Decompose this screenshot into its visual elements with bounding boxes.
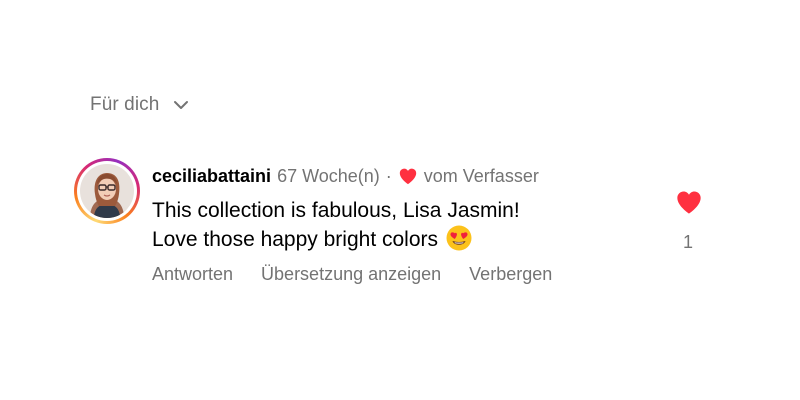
heart-icon bbox=[398, 167, 418, 185]
comment-line-2-text: Love those happy bright colors bbox=[152, 228, 439, 251]
heart-eyes-emoji-icon bbox=[446, 225, 472, 251]
hide-button[interactable]: Verbergen bbox=[469, 264, 552, 285]
show-translation-button[interactable]: Übersetzung anzeigen bbox=[261, 264, 441, 285]
comment-text: This collection is fabulous, Lisa Jasmin… bbox=[152, 196, 612, 254]
sort-label: Für dich bbox=[90, 94, 160, 115]
chevron-down-icon bbox=[171, 95, 191, 115]
reply-button[interactable]: Antworten bbox=[152, 264, 233, 285]
comment-actions: Antworten Übersetzung anzeigen Verbergen bbox=[152, 264, 552, 285]
timestamp[interactable]: 67 Woche(n) bbox=[277, 166, 380, 187]
liked-by-author: vom Verfasser bbox=[398, 166, 539, 187]
avatar[interactable] bbox=[74, 158, 140, 224]
heart-icon bbox=[675, 189, 703, 215]
username[interactable]: ceciliabattaini bbox=[152, 166, 271, 187]
comment-header: ceciliabattaini 67 Woche(n) · vom Verfas… bbox=[152, 163, 539, 189]
avatar-image bbox=[80, 164, 134, 218]
sort-dropdown[interactable]: Für dich bbox=[90, 90, 191, 120]
liked-by-author-label: vom Verfasser bbox=[423, 165, 539, 186]
comment-line-1: This collection is fabulous, Lisa Jasmin… bbox=[152, 199, 520, 222]
avatar-inner bbox=[77, 161, 137, 221]
separator: · bbox=[385, 165, 392, 186]
comment-line-2: Love those happy bright colors bbox=[152, 225, 612, 254]
like-count[interactable]: 1 bbox=[672, 232, 704, 253]
like-button[interactable] bbox=[674, 188, 704, 216]
